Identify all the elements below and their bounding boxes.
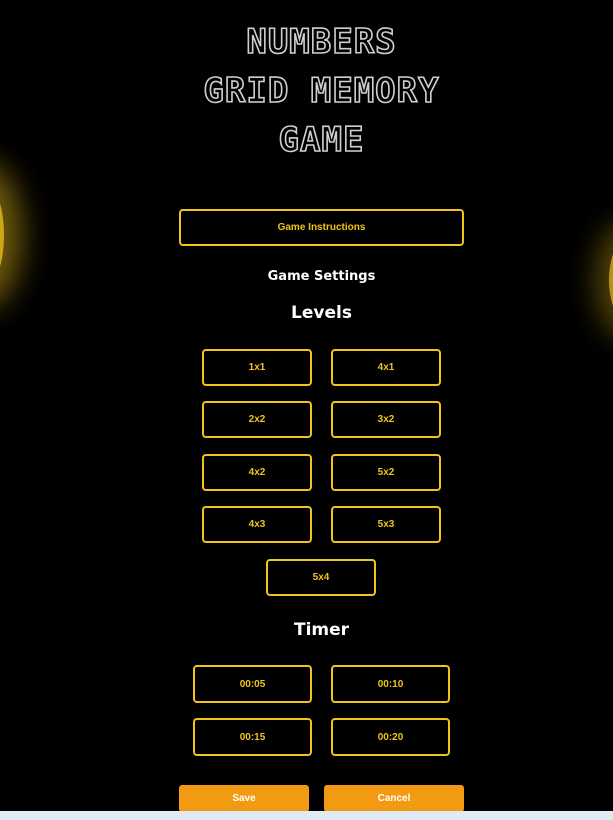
game-settings-screen: NUMBERS GRID MEMORY GAME Game Instructio… <box>0 0 613 820</box>
levels-heading: Levels <box>291 303 352 323</box>
settings-heading: Game Settings <box>267 269 376 284</box>
level-4x2-button[interactable]: 4x2 <box>202 454 312 491</box>
save-button[interactable]: Save <box>179 785 309 812</box>
timer-15s-button[interactable]: 00:15 <box>193 718 312 756</box>
bottom-scroll-strip <box>0 811 613 820</box>
cancel-button[interactable]: Cancel <box>324 785 464 812</box>
timer-10s-button[interactable]: 00:10 <box>331 665 450 703</box>
title-line-3: GAME <box>278 119 365 161</box>
level-4x1-button[interactable]: 4x1 <box>331 349 441 386</box>
level-3x2-button[interactable]: 3x2 <box>331 401 441 438</box>
game-instructions-button[interactable]: Game Instructions <box>179 209 464 246</box>
title-line-2: GRID MEMORY <box>203 70 440 112</box>
level-5x4-button[interactable]: 5x4 <box>266 559 376 596</box>
level-1x1-button[interactable]: 1x1 <box>202 349 312 386</box>
level-4x3-button[interactable]: 4x3 <box>202 506 312 543</box>
game-title: NUMBERS GRID MEMORY GAME <box>0 18 613 165</box>
title-line-1: NUMBERS <box>246 21 397 63</box>
timer-heading: Timer <box>293 620 350 640</box>
level-5x2-button[interactable]: 5x2 <box>331 454 441 491</box>
level-2x2-button[interactable]: 2x2 <box>202 401 312 438</box>
level-5x3-button[interactable]: 5x3 <box>331 506 441 543</box>
timer-5s-button[interactable]: 00:05 <box>193 665 312 703</box>
timer-20s-button[interactable]: 00:20 <box>331 718 450 756</box>
